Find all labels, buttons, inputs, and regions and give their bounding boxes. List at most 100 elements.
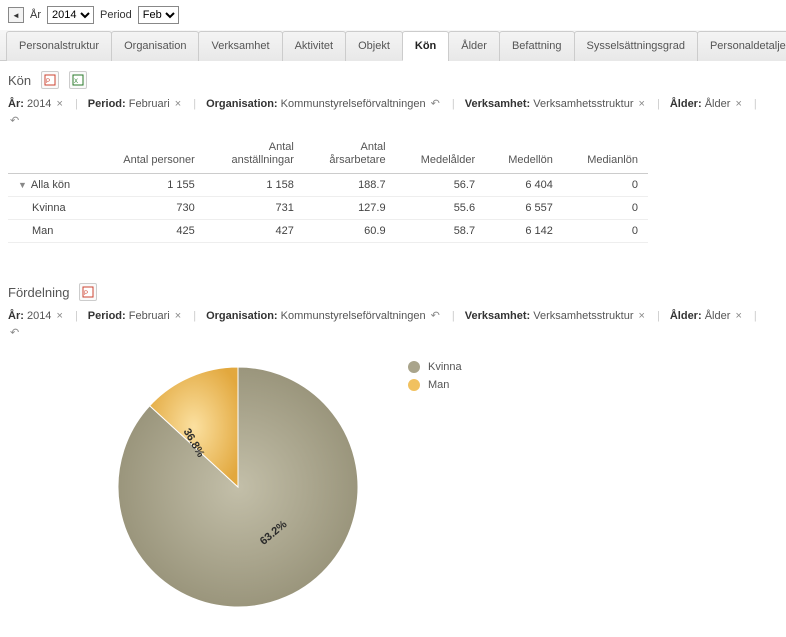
section-fordelning-header: Fördelning P [0, 273, 786, 305]
crumb-sep: | [446, 310, 461, 322]
tab-verksamhet[interactable]: Verksamhet [198, 31, 282, 61]
col-medellon: Medellön [485, 135, 563, 174]
crumb-verk-remove[interactable]: × [637, 310, 647, 322]
crumb-sep: | [187, 310, 202, 322]
crumb-back-icon[interactable]: ↶ [8, 114, 21, 127]
crumb-alder-value: Ålder [705, 98, 731, 110]
cell: 1 155 [95, 174, 205, 197]
breadcrumb-fordelning: År: 2014 × | Period: Februari × | Organi… [0, 305, 786, 347]
legend-item-kvinna[interactable]: Kvinna [408, 361, 462, 373]
pie-chart: 63.2% 36.8% [108, 357, 368, 617]
cell: 188.7 [304, 174, 396, 197]
crumb-alder-remove[interactable]: × [733, 98, 743, 110]
crumb-verk-label: Verksamhet: [465, 98, 530, 110]
legend-item-man[interactable]: Man [408, 379, 462, 391]
crumb-sep: | [187, 98, 202, 110]
crumb-org-back-icon[interactable]: ↶ [429, 98, 442, 110]
crumb-sep: | [651, 310, 666, 322]
crumb-verk-remove[interactable]: × [637, 98, 647, 110]
section-kon-title: Kön [8, 73, 31, 88]
kon-table: Antal personer Antalanställningar Antalå… [8, 135, 648, 243]
crumb-ar-remove[interactable]: × [55, 310, 65, 322]
crumb-period-remove[interactable]: × [173, 98, 183, 110]
tab-aktivitet[interactable]: Aktivitet [282, 31, 347, 61]
export-pdf-icon[interactable]: P [41, 71, 59, 89]
cell: 60.9 [304, 220, 396, 243]
crumb-alder-remove[interactable]: × [733, 310, 743, 322]
cell: 6 557 [485, 197, 563, 220]
tab-befattning[interactable]: Befattning [499, 31, 575, 61]
crumb-ar-remove[interactable]: × [55, 98, 65, 110]
legend-label: Kvinna [428, 361, 462, 373]
cell: 56.7 [396, 174, 486, 197]
chart-area: 63.2% 36.8% Kvinna Man [0, 347, 786, 637]
row-label: Alla kön [31, 179, 70, 191]
crumb-sep: | [748, 98, 763, 110]
row-collapse-icon[interactable]: ▼ [18, 180, 27, 190]
crumb-ar-value: 2014 [27, 310, 51, 322]
table-row[interactable]: ▼ Alla kön 1 155 1 158 188.7 56.7 6 404 0 [8, 174, 648, 197]
crumb-period-value: Februari [129, 98, 170, 110]
row-label: Kvinna [32, 202, 66, 214]
col-medianlon: Medianlön [563, 135, 648, 174]
tabstrip: Personalstruktur Organisation Verksamhet… [0, 30, 786, 61]
period-select[interactable]: Feb [138, 6, 179, 24]
crumb-sep: | [69, 310, 84, 322]
crumb-ar-label: År: [8, 98, 24, 110]
year-select[interactable]: 2014 [47, 6, 94, 24]
table-header-row: Antal personer Antalanställningar Antalå… [8, 135, 648, 174]
crumb-verk-label: Verksamhet: [465, 310, 530, 322]
table-row[interactable]: Kvinna 730 731 127.9 55.6 6 557 0 [8, 197, 648, 220]
col-antal-anstallningar: Antalanställningar [205, 135, 304, 174]
crumb-org-label: Organisation: [206, 310, 278, 322]
year-label: År [30, 9, 41, 21]
cell: 55.6 [396, 197, 486, 220]
crumb-org-value: Kommunstyrelseförvaltningen [281, 310, 426, 322]
swatch-icon [408, 361, 420, 373]
cell: 0 [563, 197, 648, 220]
crumb-alder-label: Ålder: [670, 98, 702, 110]
breadcrumb-kon: År: 2014 × | Period: Februari × | Organi… [0, 93, 786, 135]
crumb-alder-value: Ålder [705, 310, 731, 322]
cell: 0 [563, 174, 648, 197]
crumb-ar-label: År: [8, 310, 24, 322]
cell: 425 [95, 220, 205, 243]
tab-alder[interactable]: Ålder [448, 31, 500, 61]
cell: 1 158 [205, 174, 304, 197]
cell: 6 404 [485, 174, 563, 197]
crumb-verk-value: Verksamhetsstruktur [533, 310, 633, 322]
chart-legend: Kvinna Man [408, 357, 462, 391]
col-medelalder: Medelålder [396, 135, 486, 174]
crumb-org-value: Kommunstyrelseförvaltningen [281, 98, 426, 110]
crumb-ar-value: 2014 [27, 98, 51, 110]
cell: 58.7 [396, 220, 486, 243]
tab-kon[interactable]: Kön [402, 31, 449, 61]
svg-text:X: X [74, 79, 78, 85]
tab-objekt[interactable]: Objekt [345, 31, 403, 61]
crumb-period-remove[interactable]: × [173, 310, 183, 322]
export-excel-icon[interactable]: X [69, 71, 87, 89]
row-label: Man [32, 225, 53, 237]
nav-prev-button[interactable]: ◄ [8, 7, 24, 23]
crumb-org-back-icon[interactable]: ↶ [429, 310, 442, 322]
crumb-sep: | [651, 98, 666, 110]
col-antal-personer: Antal personer [95, 135, 205, 174]
crumb-period-label: Period: [88, 98, 126, 110]
crumb-verk-value: Verksamhetsstruktur [533, 98, 633, 110]
tab-personalstruktur[interactable]: Personalstruktur [6, 31, 112, 61]
export-pdf-icon[interactable]: P [79, 283, 97, 301]
section-fordelning-title: Fördelning [8, 285, 69, 300]
col-blank [8, 135, 95, 174]
tab-sysselsattningsgrad[interactable]: Sysselsättningsgrad [574, 31, 698, 61]
svg-text:P: P [46, 79, 50, 85]
crumb-period-label: Period: [88, 310, 126, 322]
crumb-org-label: Organisation: [206, 98, 278, 110]
crumb-back-icon[interactable]: ↶ [8, 326, 21, 339]
cell: 730 [95, 197, 205, 220]
cell: 731 [205, 197, 304, 220]
table-row[interactable]: Man 425 427 60.9 58.7 6 142 0 [8, 220, 648, 243]
tab-organisation[interactable]: Organisation [111, 31, 199, 61]
tab-personaldetaljer[interactable]: Personaldetaljer [697, 31, 786, 61]
svg-text:P: P [84, 291, 88, 297]
cell: 127.9 [304, 197, 396, 220]
